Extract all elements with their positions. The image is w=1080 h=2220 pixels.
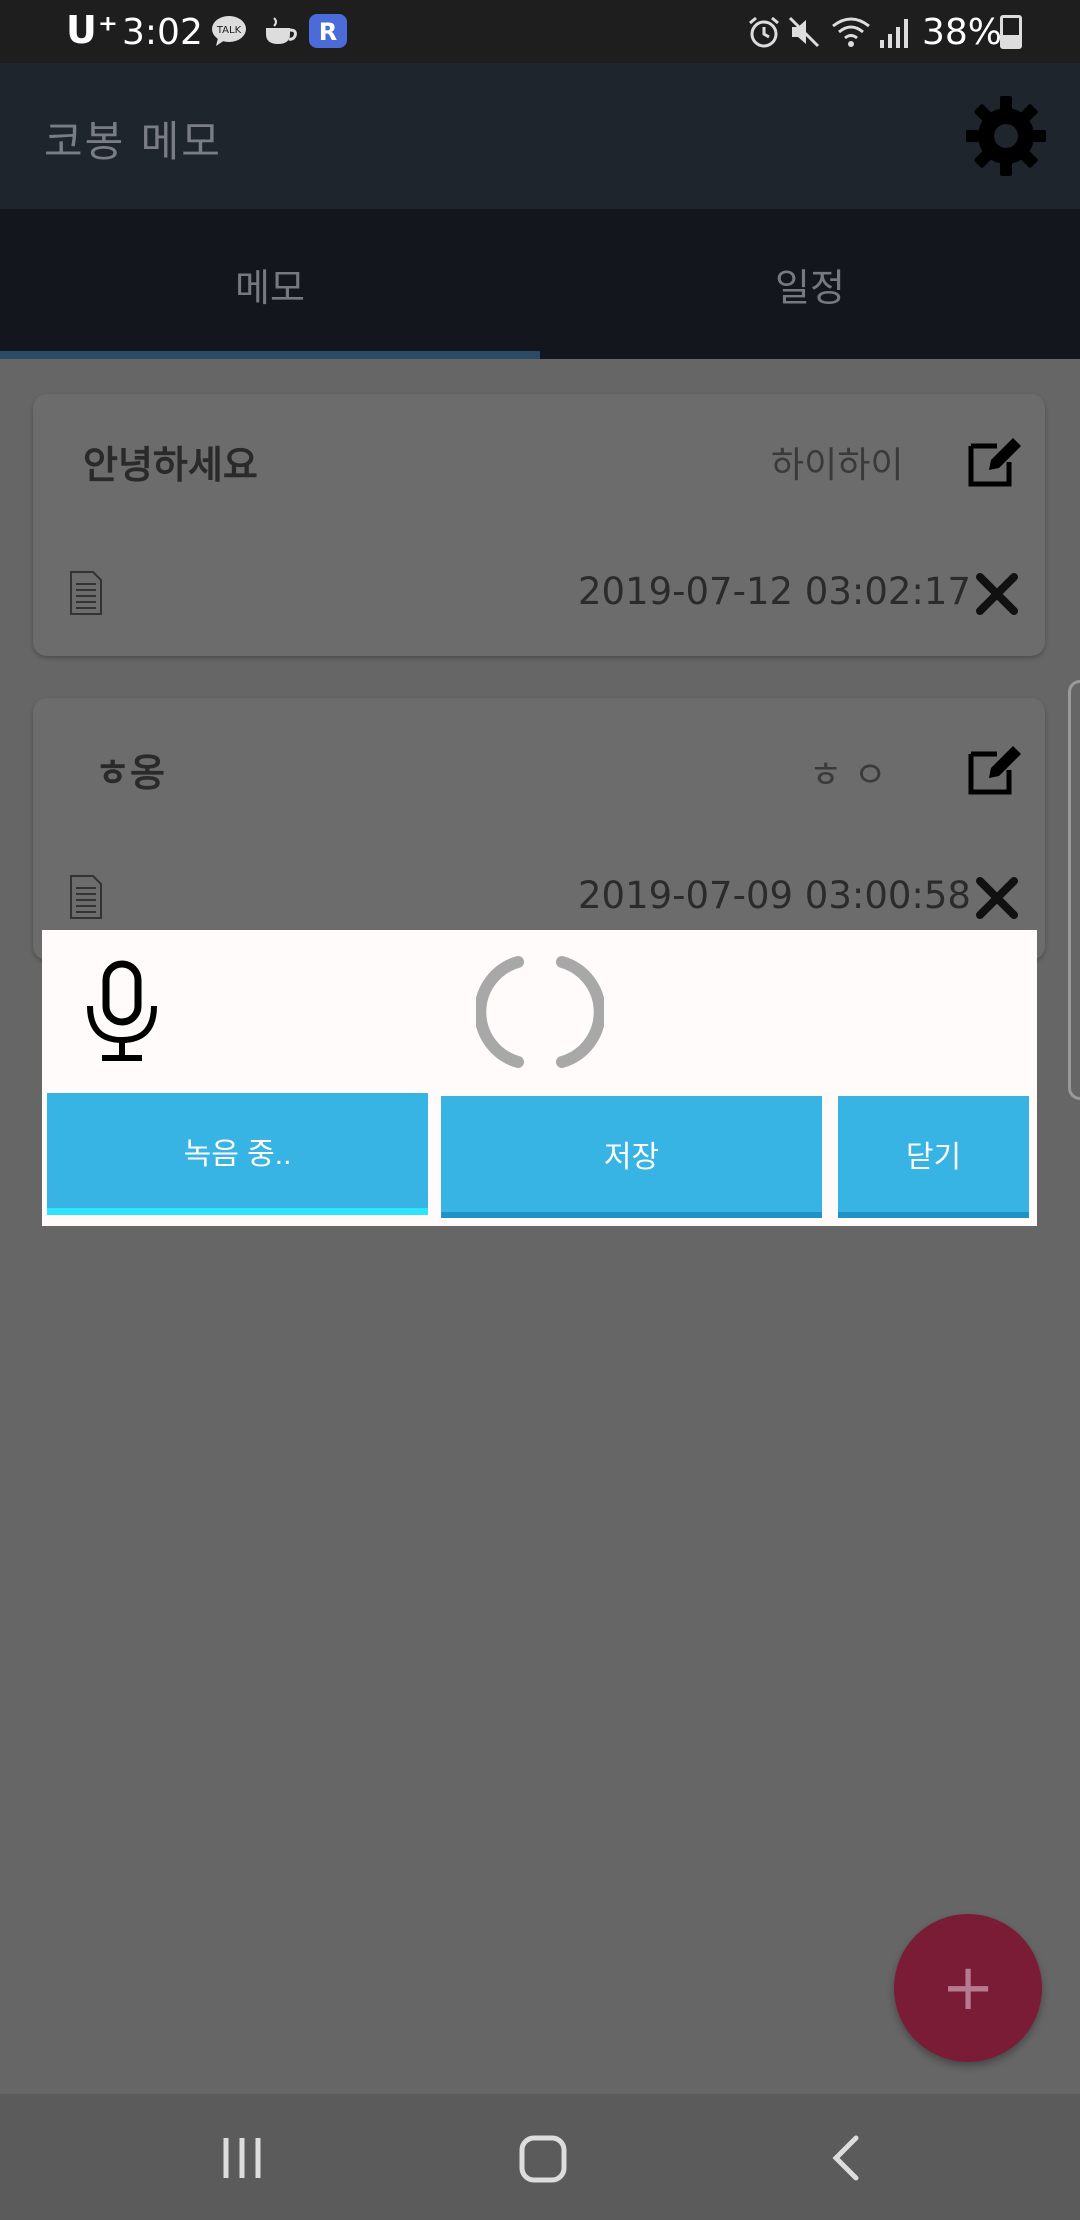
edit-icon[interactable]: [967, 432, 1023, 488]
delete-icon[interactable]: [975, 572, 1019, 616]
tab-schedule[interactable]: 일정: [540, 209, 1080, 359]
carrier-label: U⁺: [66, 8, 119, 52]
gear-icon[interactable]: [962, 92, 1050, 180]
memo-card[interactable]: 안녕하세요 하이하이 2019-07-12 03:02:17: [33, 394, 1045, 656]
delete-icon[interactable]: [975, 876, 1019, 920]
memo-content: 하이하이: [771, 445, 904, 486]
talk-icon: TALK: [210, 14, 248, 48]
battery-icon: [1000, 15, 1022, 49]
close-button[interactable]: 닫기: [838, 1096, 1029, 1218]
back-icon[interactable]: [826, 2130, 866, 2190]
tab-memo[interactable]: 메모: [0, 209, 540, 359]
svg-text:TALK: TALK: [216, 25, 242, 36]
document-icon: [69, 874, 103, 920]
battery-percent: 38%: [922, 12, 1003, 53]
wifi-icon: [830, 14, 872, 54]
edge-panel-handle[interactable]: [1068, 680, 1080, 1100]
tab-indicator: [0, 351, 540, 359]
loading-spinner: [474, 952, 606, 1072]
memo-content: ㅎ ㅇ: [809, 755, 887, 796]
r-app-icon: R: [309, 14, 347, 48]
status-bar: U⁺ 3:02 TALK R 38%: [0, 0, 1080, 63]
alarm-icon: [746, 14, 782, 54]
svg-text:R: R: [319, 18, 337, 46]
memo-card[interactable]: ㅎ옹 ㅎ ㅇ 2019-07-09 03:00:58: [33, 698, 1045, 960]
signal-icon: [878, 14, 914, 54]
memo-date: 2019-07-12 03:02:17: [578, 570, 971, 613]
status-time: 3:02: [122, 12, 203, 53]
add-memo-button[interactable]: +: [894, 1914, 1042, 2062]
coffee-icon: [262, 14, 300, 48]
document-icon: [69, 570, 103, 616]
home-icon[interactable]: [518, 2130, 568, 2190]
tab-bar: 메모 일정: [0, 209, 1080, 359]
recents-icon[interactable]: [220, 2130, 264, 2190]
mute-icon: [786, 14, 822, 54]
record-button[interactable]: 녹음 중..: [47, 1093, 428, 1215]
save-button[interactable]: 저장: [441, 1096, 822, 1218]
edit-icon[interactable]: [967, 740, 1023, 796]
microphone-icon: [84, 960, 160, 1062]
memo-date: 2019-07-09 03:00:58: [578, 874, 971, 917]
app-title: 코봉 메모: [44, 117, 222, 166]
memo-title: 안녕하세요: [83, 443, 258, 487]
memo-title: ㅎ옹: [95, 751, 165, 795]
